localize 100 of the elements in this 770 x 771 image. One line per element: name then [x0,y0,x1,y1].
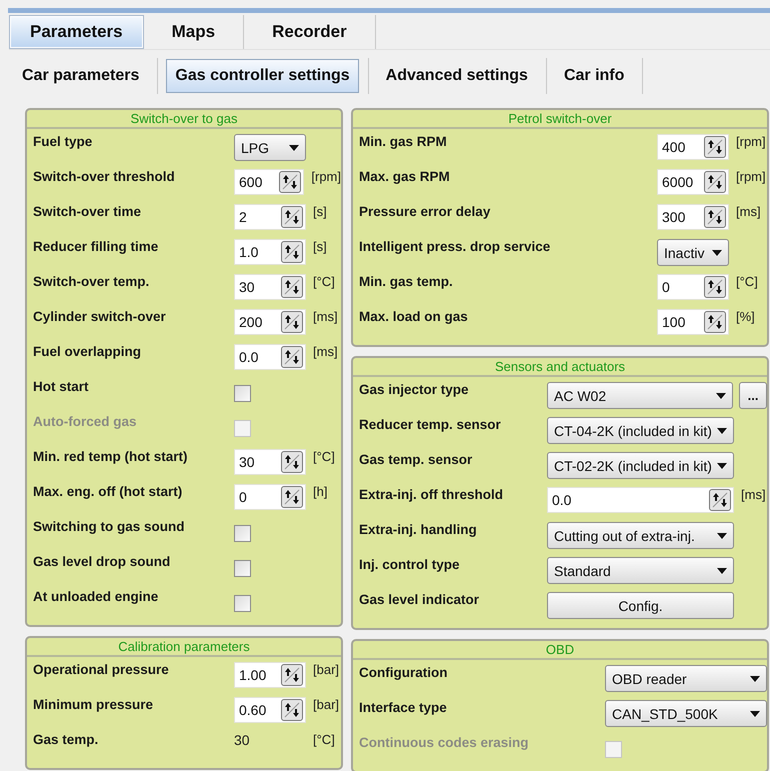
field-label: Pressure error delay [359,203,492,221]
number-field[interactable]: 300 [657,204,729,230]
dropdown[interactable]: Cutting out of extra-inj. [547,522,734,549]
number-field[interactable]: 30 [234,274,306,300]
spin-button[interactable] [704,311,726,333]
spin-button[interactable] [281,346,303,368]
up-down-arrows-icon [283,313,301,331]
number-field[interactable]: 0 [234,484,306,510]
caret-icon [717,428,727,434]
tab[interactable]: Parameters [9,15,144,49]
checkbox[interactable] [234,525,251,542]
spin-button[interactable] [281,206,303,228]
number-field[interactable]: 0 [657,274,729,300]
unit-label: [s] [313,238,327,254]
dropdown[interactable]: CT-04-2K (included in kit) [547,417,734,444]
spin-button[interactable] [281,276,303,298]
field-label: Minimum pressure [33,696,154,714]
number-field[interactable]: 1.00 [234,662,306,688]
dropdown[interactable]: OBD reader [605,665,767,692]
unit-label: [s] [313,203,327,219]
dropdown[interactable]: AC W02 [547,382,734,409]
field-label: Switch-over temp. [33,273,150,291]
dropdown[interactable]: CT-02-2K (included in kit) [547,452,734,479]
tab[interactable]: Advanced settings [376,59,537,93]
field-label: Switch-over time [33,203,142,221]
config-button[interactable]: Config. [547,592,734,619]
number-field[interactable]: 100 [657,309,729,335]
checkbox[interactable] [234,560,251,577]
unit-label: [rpm] [736,168,766,184]
field-label: Continuous codes erasing [359,734,530,752]
number-field[interactable]: 0.0 [234,344,306,370]
checkbox[interactable] [234,595,251,612]
number-field[interactable]: 6000 [657,169,729,195]
tab[interactable]: Car info [554,59,634,93]
spin-button[interactable] [281,241,303,263]
caret-icon [289,144,299,150]
panel-title: Petrol switch-over [353,110,767,129]
spin-button[interactable] [704,136,726,158]
spin-button[interactable] [704,276,726,298]
caret-icon [717,532,727,538]
spin-button[interactable] [281,699,303,721]
spin-button[interactable] [709,489,731,511]
up-down-arrows-icon [706,138,724,156]
unit-label: [°C] [313,448,335,464]
number-field[interactable]: 200 [234,309,306,335]
dropdown[interactable]: CAN_STD_500K [605,700,767,727]
field-label: Min. red temp (hot start) [33,448,188,466]
field-label: Gas level drop sound [33,553,172,571]
caret-icon [750,676,760,682]
field-label: Gas level indicator [359,591,480,609]
dropdown[interactable]: LPG [234,134,306,161]
field-label: Gas temp. [33,731,100,749]
spin-button[interactable] [279,171,302,193]
number-field[interactable]: 600 [234,169,304,195]
unit-label: [rpm] [736,133,766,149]
unit-label: [ms] [313,308,338,324]
caret-icon [717,462,727,468]
up-down-arrows-icon [283,348,301,366]
tab[interactable]: Gas controller settings [166,59,359,93]
spin-button[interactable] [704,171,726,193]
spin-button[interactable] [704,206,726,228]
unit-label: [°C] [736,273,758,289]
unit-label: [bar] [313,696,340,712]
unit-label: [°C] [313,731,335,747]
value-text: 30 [234,731,251,748]
number-field[interactable]: 30 [234,449,306,475]
spin-button[interactable] [281,311,303,333]
number-field[interactable]: 0.60 [234,697,306,723]
field-label: Reducer filling time [33,238,160,256]
field-label: Configuration [359,664,448,682]
up-down-arrows-icon [706,173,724,191]
spin-button[interactable] [281,486,303,508]
spin-button[interactable] [281,664,303,686]
panel-title: Switch-over to gas [27,110,341,129]
dropdown[interactable]: Inactiv [657,239,729,266]
tab[interactable]: Recorder [244,15,376,49]
field-label: Fuel type [33,133,94,151]
dropdown[interactable]: Standard [547,557,734,584]
caret-icon [712,250,722,256]
panel-title: Calibration parameters [27,638,341,657]
field-label: Max. eng. off (hot start) [33,483,184,501]
tab[interactable]: Maps [144,15,244,49]
tab[interactable]: Car parameters [13,59,148,93]
field-label: Min. gas temp. [359,273,454,291]
checkbox[interactable] [234,385,251,402]
field-label: Min. gas RPM [359,133,448,151]
unit-label: [h] [313,483,328,499]
spin-button[interactable] [281,451,303,473]
panel-title: Sensors and actuators [353,358,767,377]
number-field[interactable]: 2 [234,204,306,230]
more-button[interactable]: ... [739,382,767,409]
number-field[interactable]: 400 [657,134,729,160]
up-down-arrows-icon [283,701,301,719]
up-down-arrows-icon [283,243,301,261]
up-down-arrows-icon [283,488,301,506]
field-label: Max. gas RPM [359,168,451,186]
number-field[interactable]: 0.0 [547,487,734,513]
up-down-arrows-icon [283,666,301,684]
field-label: Fuel overlapping [33,343,142,361]
number-field[interactable]: 1.0 [234,239,306,265]
